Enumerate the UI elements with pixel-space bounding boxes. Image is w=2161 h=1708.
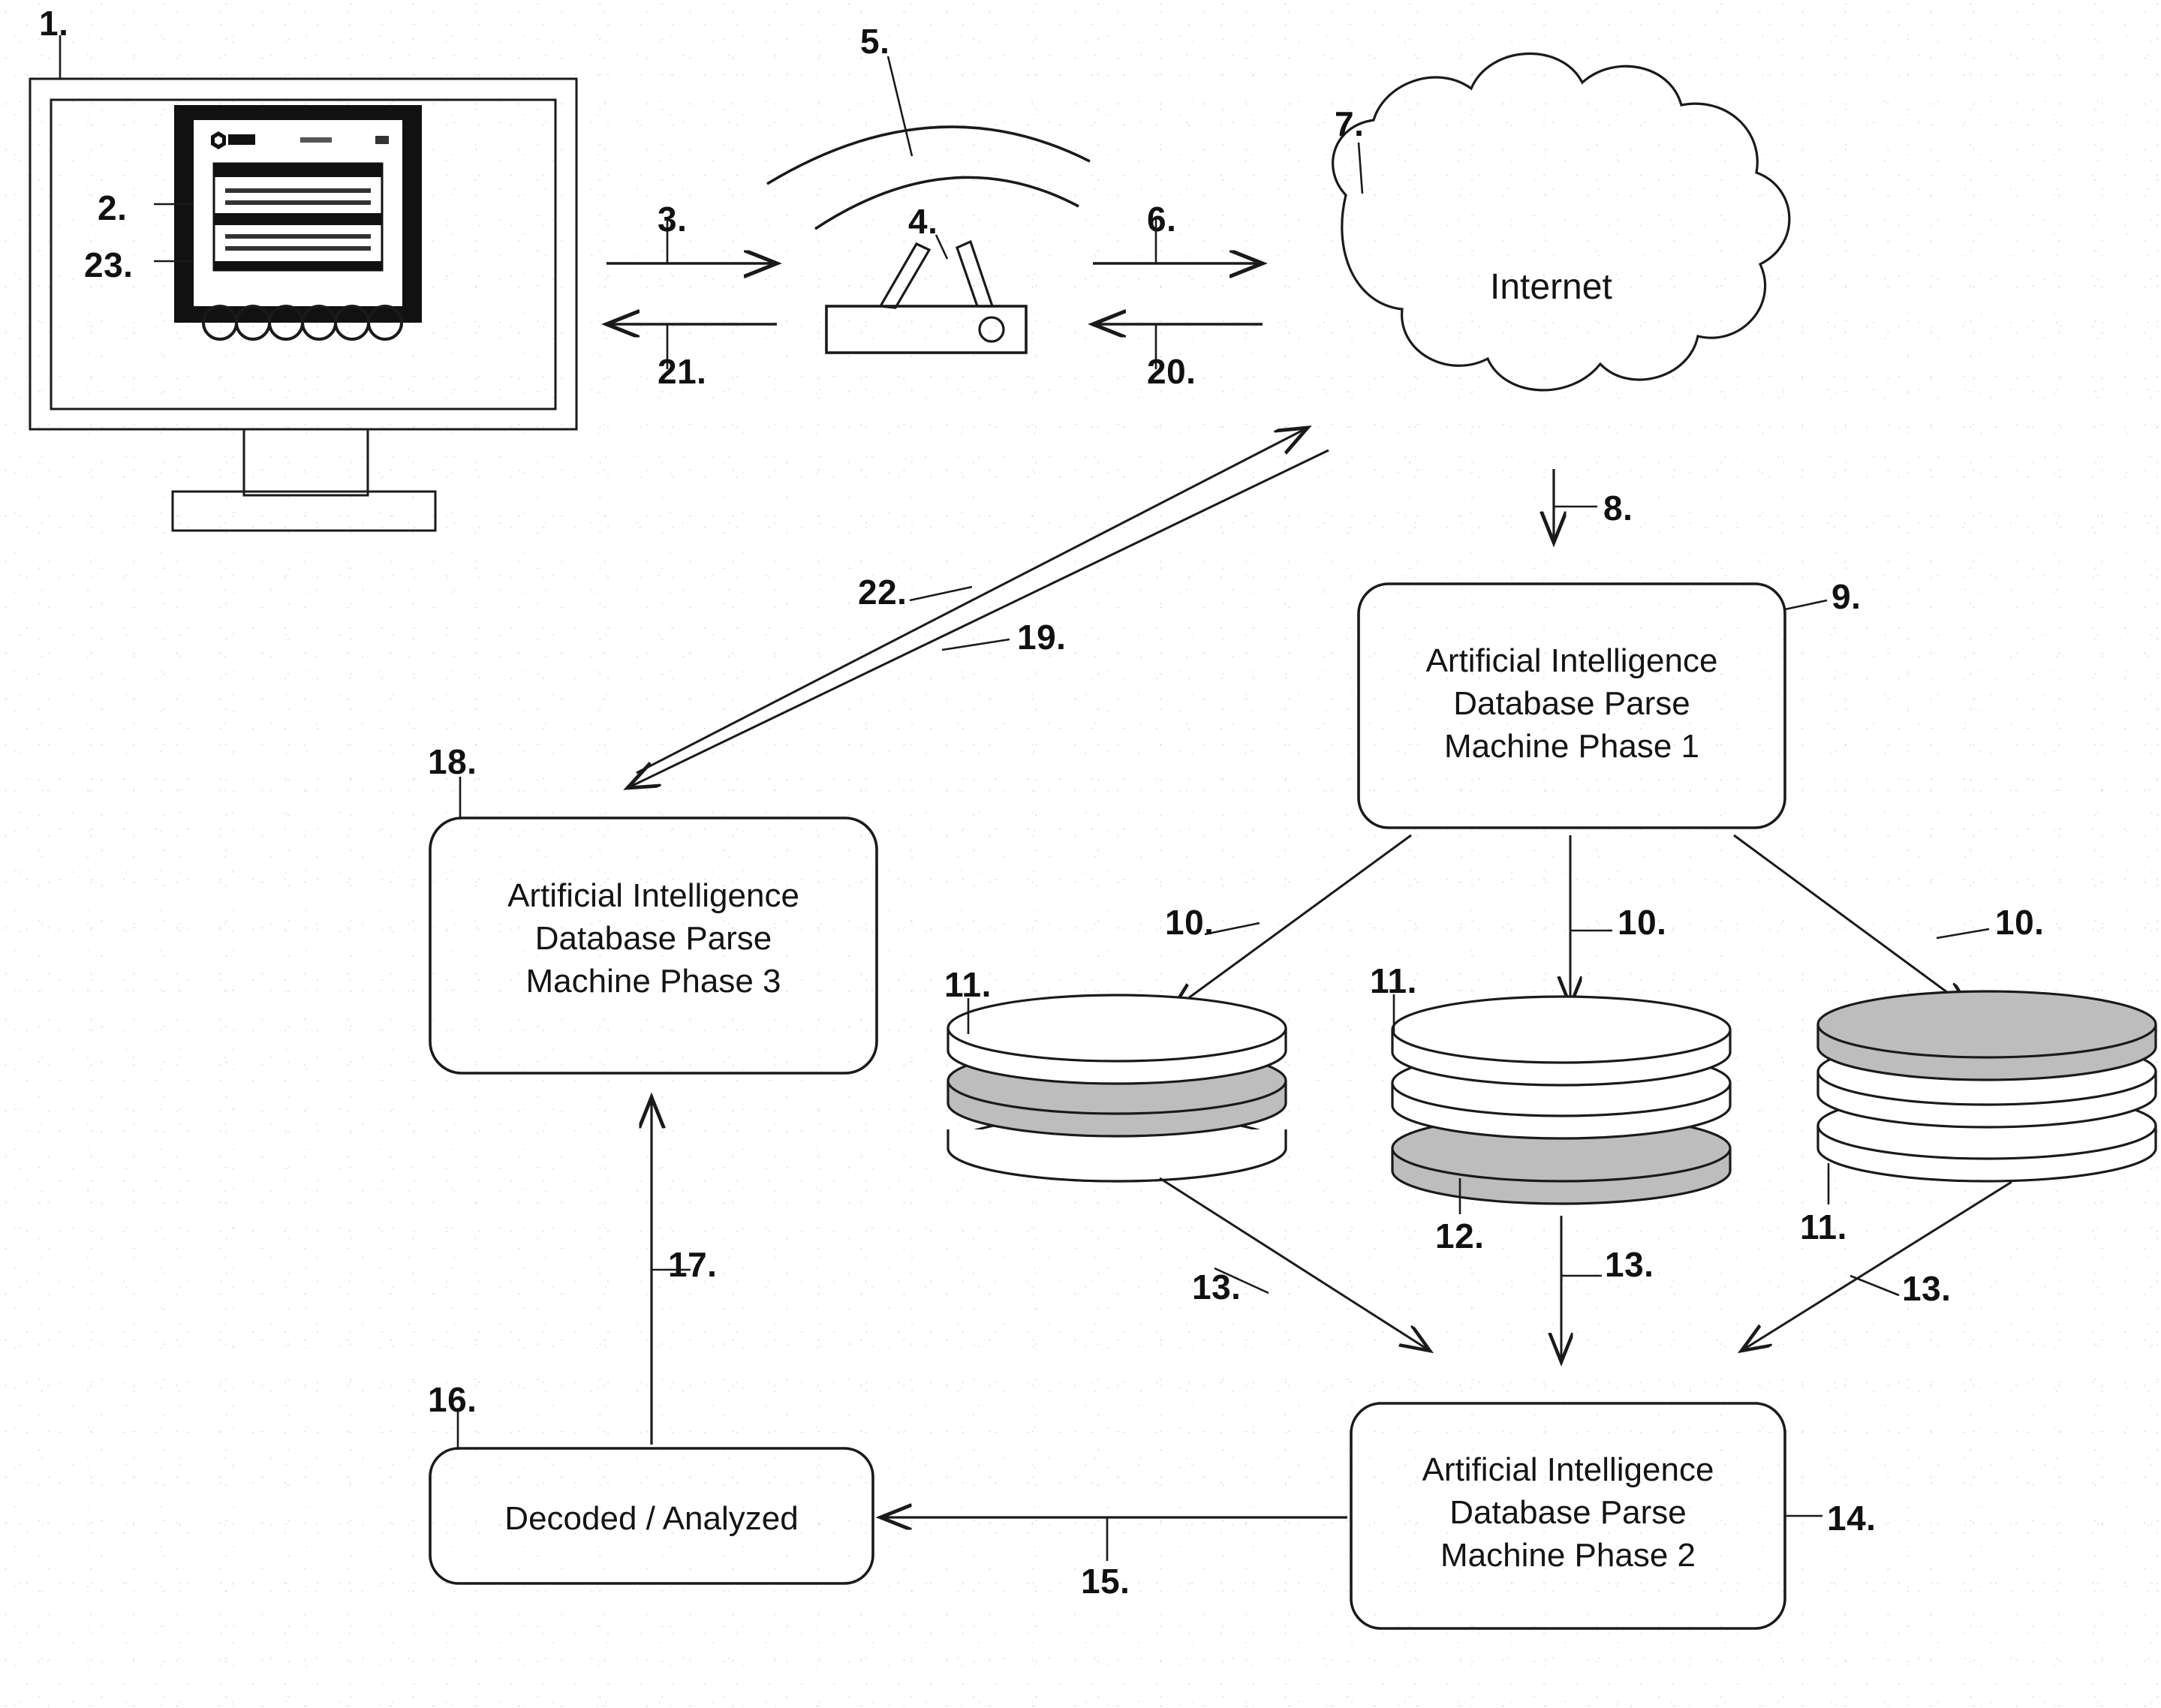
- ref-20: 20.: [1147, 352, 1196, 391]
- ref-21: 21.: [658, 352, 707, 391]
- cloud-label: Internet: [1490, 267, 1612, 307]
- phase3-label: Artificial Intelligence Database Parse M…: [507, 877, 799, 1000]
- ref-11-middle: 11.: [1370, 961, 1417, 1000]
- ref-7: 7.: [1335, 104, 1365, 143]
- diagram-vector-layer: [29, 35, 2157, 1630]
- ref-18: 18.: [428, 742, 477, 781]
- ref-12: 12.: [1435, 1216, 1485, 1255]
- ref-13-middle: 13.: [1605, 1245, 1654, 1284]
- database-right-graphic: [1816, 990, 2157, 1183]
- ref-19: 19.: [1017, 618, 1067, 657]
- figure-canvas: 1. 2. 23. 3. 21. 5. 4. 6. 20. 7. 8. 9. 1…: [0, 0, 2161, 1708]
- ref-6: 6.: [1147, 200, 1177, 239]
- arrow-phase2-to-decoded: [880, 1517, 1347, 1561]
- arrow-db-left-to-phase2: [1159, 1177, 1430, 1351]
- router-graphic: [825, 239, 1028, 354]
- arrow-router-to-cloud: [1093, 218, 1263, 263]
- ref-17: 17.: [668, 1245, 718, 1284]
- ref-10-middle: 10.: [1618, 903, 1667, 942]
- database-middle-graphic: [1391, 995, 1732, 1205]
- phase1-label: Artificial Intelligence Database Parse M…: [1425, 642, 1718, 765]
- arrow-phase1-to-db-right: [1733, 834, 1990, 1009]
- ref-23: 23.: [84, 245, 134, 284]
- leader-7: [1357, 142, 1364, 194]
- arrow-monitor-to-router: [606, 218, 777, 263]
- arrow-phase1-to-db-middle: [1570, 835, 1612, 1006]
- arrow-cloud-to-phase1: [1554, 469, 1597, 543]
- ref-14: 14.: [1827, 1499, 1877, 1538]
- ref-3: 3.: [658, 200, 688, 239]
- ref-5: 5.: [860, 22, 890, 61]
- ref-11-left: 11.: [944, 965, 992, 1004]
- ref-2: 2.: [98, 188, 128, 227]
- arrow-db-middle-to-phase2: [1561, 1216, 1602, 1362]
- ref-8: 8.: [1603, 489, 1633, 528]
- ref-10-right: 10.: [1995, 903, 2045, 942]
- ref-22: 22.: [858, 573, 907, 612]
- ref-13-right: 13.: [1902, 1269, 1952, 1308]
- ref-1: 1.: [39, 4, 69, 43]
- ref-9: 9.: [1831, 577, 1862, 616]
- leader-9: [1784, 599, 1828, 611]
- ref-13-left: 13.: [1192, 1267, 1242, 1307]
- phase2-label: Artificial Intelligence Database Parse M…: [1422, 1451, 1714, 1574]
- monitor-graphic: [29, 77, 578, 532]
- ref-10-left: 10.: [1165, 903, 1214, 942]
- ref-16: 16.: [428, 1380, 477, 1419]
- arrow-db-right-to-phase2: [1741, 1180, 2012, 1351]
- decoded-label: Decoded / Analyzed: [504, 1500, 799, 1537]
- leader-5: [886, 56, 913, 157]
- ref-4: 4.: [908, 202, 938, 241]
- ref-11-right: 11.: [1800, 1207, 1847, 1246]
- arrow-phase3-to-cloud: [636, 428, 1308, 774]
- ref-15: 15.: [1081, 1562, 1130, 1601]
- database-left-graphic: [947, 994, 1287, 1183]
- arrow-cloud-to-phase3: [628, 449, 1329, 788]
- cloud-graphic: [1332, 52, 1791, 392]
